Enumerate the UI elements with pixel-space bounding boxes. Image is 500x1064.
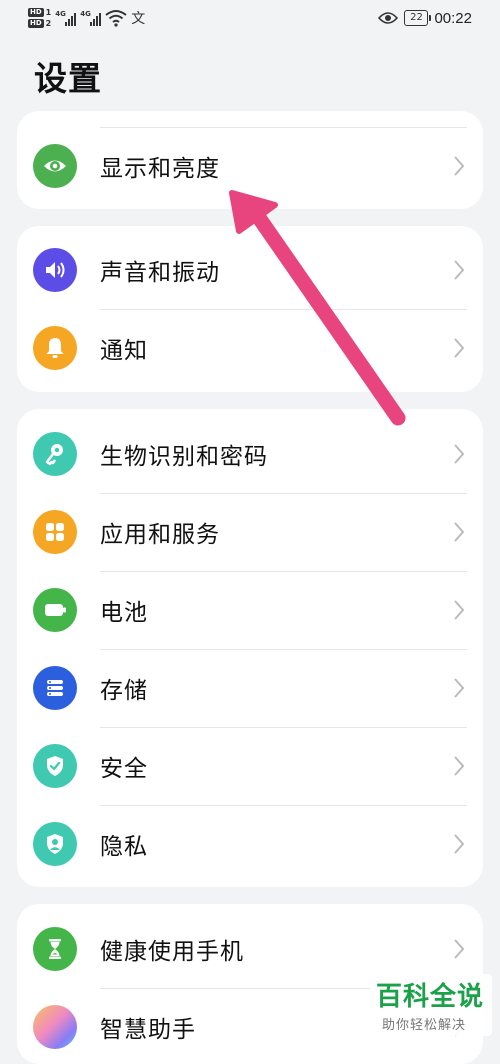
status-left: HD 1 HD 2 4G 4G 文 bbox=[28, 6, 145, 30]
settings-item-sound-vibration[interactable]: 声音和振动 bbox=[17, 231, 483, 309]
chevron-right-icon bbox=[454, 444, 465, 464]
hourglass-icon bbox=[33, 927, 77, 971]
chevron-right-icon bbox=[454, 756, 465, 776]
settings-item-label: 应用和服务 bbox=[100, 522, 220, 548]
sim1-number: 1 bbox=[45, 8, 52, 17]
shield-check-icon bbox=[33, 744, 77, 788]
settings-item-label: 安全 bbox=[100, 756, 148, 782]
page-title: 设置 bbox=[34, 59, 102, 98]
sim1-indicator: HD 1 bbox=[28, 8, 51, 17]
bell-icon bbox=[33, 326, 77, 370]
divider bbox=[100, 649, 467, 650]
chevron-right-icon bbox=[454, 522, 465, 542]
divider bbox=[100, 727, 467, 728]
settings-item-label: 显示和亮度 bbox=[100, 156, 220, 182]
battery-icon: 22 bbox=[404, 10, 432, 26]
battery-icon bbox=[33, 588, 77, 632]
settings-group-security: 生物识别和密码 应用和服务 电池 存储 安全 隐私 bbox=[17, 409, 483, 887]
settings-item-apps-services[interactable]: 应用和服务 bbox=[17, 493, 483, 571]
watermark-title: 百科全说 bbox=[376, 982, 485, 1012]
chevron-right-icon bbox=[454, 260, 465, 280]
hd1-badge: HD bbox=[28, 8, 44, 17]
chevron-right-icon bbox=[454, 338, 465, 358]
settings-item-notifications[interactable]: 通知 bbox=[17, 309, 483, 387]
settings-item-storage[interactable]: 存储 bbox=[17, 649, 483, 727]
settings-item-battery[interactable]: 电池 bbox=[17, 571, 483, 649]
settings-item-label: 健康使用手机 bbox=[100, 939, 244, 965]
assistant-orb-icon bbox=[33, 1005, 77, 1049]
divider bbox=[100, 309, 467, 310]
settings-item-security[interactable]: 安全 bbox=[17, 727, 483, 805]
settings-item-label: 通知 bbox=[100, 338, 148, 364]
wifi-icon bbox=[105, 10, 127, 27]
signal-icon: 4G bbox=[55, 10, 77, 26]
privacy-shield-icon bbox=[33, 822, 77, 866]
chevron-right-icon bbox=[454, 156, 465, 176]
watermark-logo: 百科全说 助你轻松解决 bbox=[370, 974, 492, 1036]
chevron-right-icon bbox=[454, 678, 465, 698]
signal-icon: 4G bbox=[80, 10, 102, 26]
divider bbox=[100, 805, 467, 806]
network1-label: 4G bbox=[55, 10, 66, 18]
chevron-right-icon bbox=[454, 600, 465, 620]
storage-icon bbox=[33, 666, 77, 710]
status-right: 22 00:22 bbox=[378, 6, 472, 30]
eye-icon bbox=[33, 144, 77, 188]
divider bbox=[100, 571, 467, 572]
sim2-indicator: HD 2 bbox=[28, 19, 51, 28]
hd2-badge: HD bbox=[28, 19, 44, 28]
apps-grid-icon bbox=[33, 510, 77, 554]
clock: 00:22 bbox=[434, 9, 472, 27]
settings-item-label: 生物识别和密码 bbox=[100, 444, 268, 470]
divider bbox=[100, 127, 467, 128]
settings-group-display: 显示和亮度 bbox=[17, 111, 483, 209]
settings-item-label: 存储 bbox=[100, 678, 148, 704]
settings-group-sound: 声音和振动 通知 bbox=[17, 226, 483, 392]
sim2-number: 2 bbox=[45, 19, 52, 28]
key-icon bbox=[33, 432, 77, 476]
settings-item-biometrics-password[interactable]: 生物识别和密码 bbox=[17, 415, 483, 493]
settings-item-label: 声音和振动 bbox=[100, 260, 220, 286]
translate-icon: 文 bbox=[131, 11, 146, 27]
settings-item-display-brightness[interactable]: 显示和亮度 bbox=[17, 127, 483, 205]
chevron-right-icon bbox=[454, 834, 465, 854]
eye-comfort-icon bbox=[378, 12, 399, 24]
speaker-icon bbox=[33, 248, 77, 292]
divider bbox=[100, 493, 467, 494]
chevron-right-icon bbox=[454, 939, 465, 959]
settings-item-label: 隐私 bbox=[100, 834, 148, 860]
settings-item-label: 电池 bbox=[100, 600, 148, 626]
watermark-subtitle: 助你轻松解决 bbox=[382, 1018, 467, 1033]
status-bar: HD 1 HD 2 4G 4G 文 22 00:22 bbox=[0, 0, 500, 36]
settings-item-privacy[interactable]: 隐私 bbox=[17, 805, 483, 883]
sim-indicators: HD 1 HD 2 bbox=[28, 8, 51, 28]
network2-label: 4G bbox=[80, 10, 91, 18]
